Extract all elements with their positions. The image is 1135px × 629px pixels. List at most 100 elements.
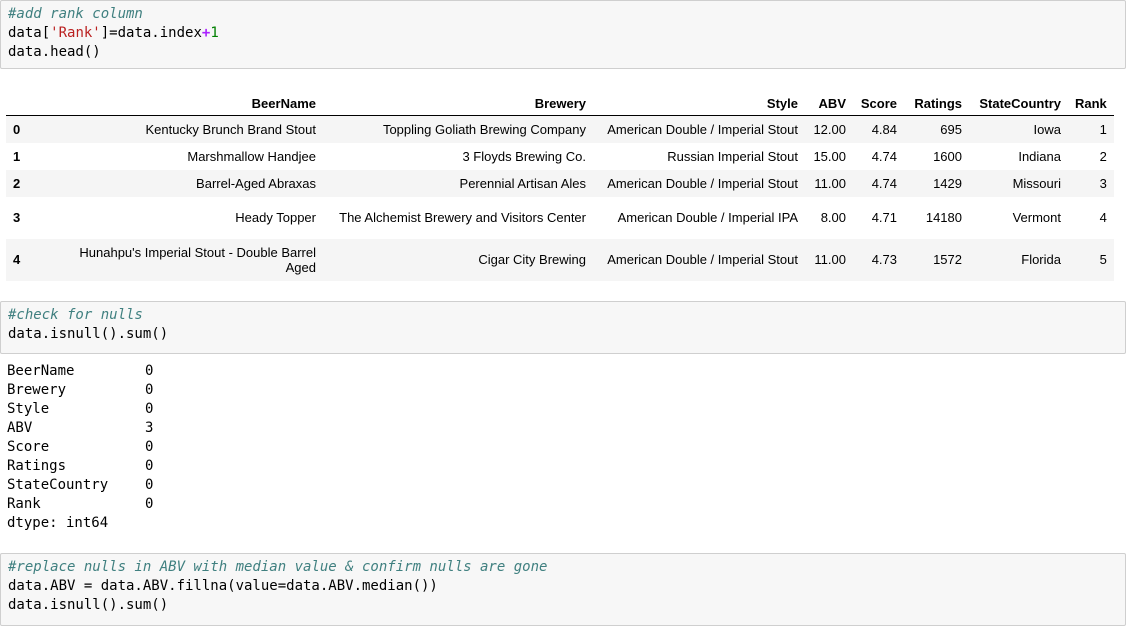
cell-rank: 1 (1099, 121, 1107, 137)
output-row: Score 0 (7, 438, 153, 457)
cell-rank: 4 (1099, 210, 1107, 225)
cell-3-source[interactable]: #replace nulls in ABV with median value … (8, 558, 1118, 615)
dataframe-output: BeerName Brewery Style ABV Score Ratings… (6, 91, 1114, 281)
cell-statecountry: Indiana (1018, 148, 1061, 164)
cell-style: American Double / Imperial Stout (607, 121, 798, 137)
cell-rank: 5 (1099, 252, 1107, 267)
cell-ratings: 695 (940, 121, 962, 137)
dataframe-header-row: BeerName Brewery Style ABV Score Ratings… (6, 91, 1114, 116)
output-key: ABV (7, 420, 33, 436)
output-row: StateCountry 0 (7, 476, 153, 495)
code-token: data[ (8, 25, 51, 41)
table-row: 3 Heady Topper The Alchemist Brewery and… (6, 197, 1114, 239)
output-dtype: dtype: int64 (7, 515, 109, 531)
cell-brewery: 3 Floyds Brewing Co. (462, 148, 586, 164)
cell-score: 4.71 (871, 210, 897, 225)
output-value: 3 (145, 420, 154, 436)
code-cell-3[interactable]: #replace nulls in ABV with median value … (0, 553, 1126, 626)
cell-beername: Hunahpu's Imperial Stout - Double Barrel… (79, 244, 316, 275)
code-number: 1 (210, 25, 219, 41)
row-index: 3 (13, 210, 21, 225)
table-row: 1 Marshmallow Handjee 3 Floyds Brewing C… (6, 143, 1114, 170)
cell-rank: 2 (1099, 148, 1107, 164)
cell-beername: Marshmallow Handjee (187, 148, 316, 164)
column-header: StateCountry (969, 91, 1068, 116)
code-comment: #check for nulls (8, 307, 143, 323)
cell-2-source[interactable]: #check for nulls data.isnull().sum() (8, 306, 1118, 344)
cell-style: American Double / Imperial Stout (607, 175, 798, 191)
column-header: Brewery (323, 91, 593, 116)
code-line: data.isnull().sum() (8, 597, 169, 613)
cell-score: 4.74 (871, 175, 897, 191)
cell-ratings: 1572 (933, 252, 962, 267)
cell-brewery: Cigar City Brewing (478, 252, 586, 267)
cell-beername: Barrel-Aged Abraxas (196, 175, 316, 191)
output-row: Brewery 0 (7, 381, 153, 400)
cell-statecountry: Vermont (1012, 210, 1061, 225)
code-cell-2[interactable]: #check for nulls data.isnull().sum() (0, 301, 1126, 354)
code-cell-1[interactable]: #add rank column data['Rank']=data.index… (0, 0, 1126, 69)
output-value: 0 (145, 496, 154, 512)
row-index: 0 (13, 121, 21, 137)
code-comment: #add rank column (8, 6, 143, 22)
cell-brewery: Perennial Artisan Ales (459, 175, 586, 191)
cell-ratings: 1600 (933, 148, 962, 164)
output-value: 0 (145, 477, 154, 493)
output-key: Style (7, 401, 50, 417)
cell-beername: Kentucky Brunch Brand Stout (145, 121, 316, 137)
column-header: Style (593, 91, 805, 116)
output-value: 0 (145, 382, 154, 398)
cell-brewery: Toppling Goliath Brewing Company (382, 121, 586, 137)
output-value: 0 (145, 363, 154, 379)
cell-abv: 15.00 (813, 148, 846, 164)
row-index: 4 (13, 252, 21, 267)
output-row: Ratings 0 (7, 457, 153, 476)
cell-abv: 12.00 (813, 121, 846, 137)
cell-style: American Double / Imperial IPA (617, 210, 798, 225)
column-header: Rank (1068, 91, 1114, 116)
column-header: BeerName (46, 91, 323, 116)
code-comment: #replace nulls in ABV with median value … (8, 559, 548, 575)
cell-score: 4.74 (871, 148, 897, 164)
table-row: 4 Hunahpu's Imperial Stout - Double Barr… (6, 238, 1114, 281)
output-row: BeerName 0 (7, 362, 153, 381)
table-row: 0 Kentucky Brunch Brand Stout Toppling G… (6, 115, 1114, 143)
cell-rank: 3 (1099, 175, 1107, 191)
output-value: 0 (145, 439, 154, 455)
column-header (6, 91, 46, 116)
cell-ratings: 14180 (925, 210, 962, 225)
cell-beername: Heady Topper (235, 210, 316, 225)
output-key: Ratings (7, 458, 67, 474)
output-key: BeerName (7, 363, 75, 379)
output-key: Rank (7, 496, 41, 512)
code-line: data.head() (8, 44, 101, 60)
column-header: ABV (805, 91, 853, 116)
code-line: data.isnull().sum() (8, 326, 169, 342)
column-header: Score (853, 91, 904, 116)
cell-score: 4.84 (871, 121, 897, 137)
row-index: 2 (13, 175, 21, 191)
null-count-output: BeerName 0 Brewery 0 Style 0 ABV 3 Score 0 Ra… (7, 362, 153, 533)
cell-brewery: The Alchemist Brewery and Visitors Cente… (339, 210, 586, 225)
cell-1-source[interactable]: #add rank column data['Rank']=data.index… (8, 5, 1118, 62)
cell-style: American Double / Imperial Stout (607, 252, 798, 267)
output-value: 0 (145, 458, 154, 474)
cell-statecountry: Florida (1021, 252, 1061, 267)
cell-score: 4.73 (871, 252, 897, 267)
cell-abv: 11.00 (814, 252, 846, 267)
output-value: 0 (145, 401, 154, 417)
code-line: data.ABV = data.ABV.fillna(value=data.AB… (8, 578, 438, 594)
cell-style: Russian Imperial Stout (667, 148, 798, 164)
table-row: 2 Barrel-Aged Abraxas Perennial Artisan … (6, 169, 1114, 197)
cell-abv: 11.00 (814, 175, 846, 191)
cell-abv: 8.00 (820, 210, 846, 225)
column-header: Ratings (904, 91, 969, 116)
cell-statecountry: Missouri (1012, 175, 1061, 191)
output-key: StateCountry (7, 477, 109, 493)
cell-ratings: 1429 (933, 175, 962, 191)
output-row: Rank 0 (7, 495, 153, 514)
row-index: 1 (13, 148, 21, 164)
output-row: Style 0 (7, 400, 153, 419)
code-string: 'Rank' (50, 25, 101, 41)
cell-statecountry: Iowa (1033, 121, 1061, 137)
